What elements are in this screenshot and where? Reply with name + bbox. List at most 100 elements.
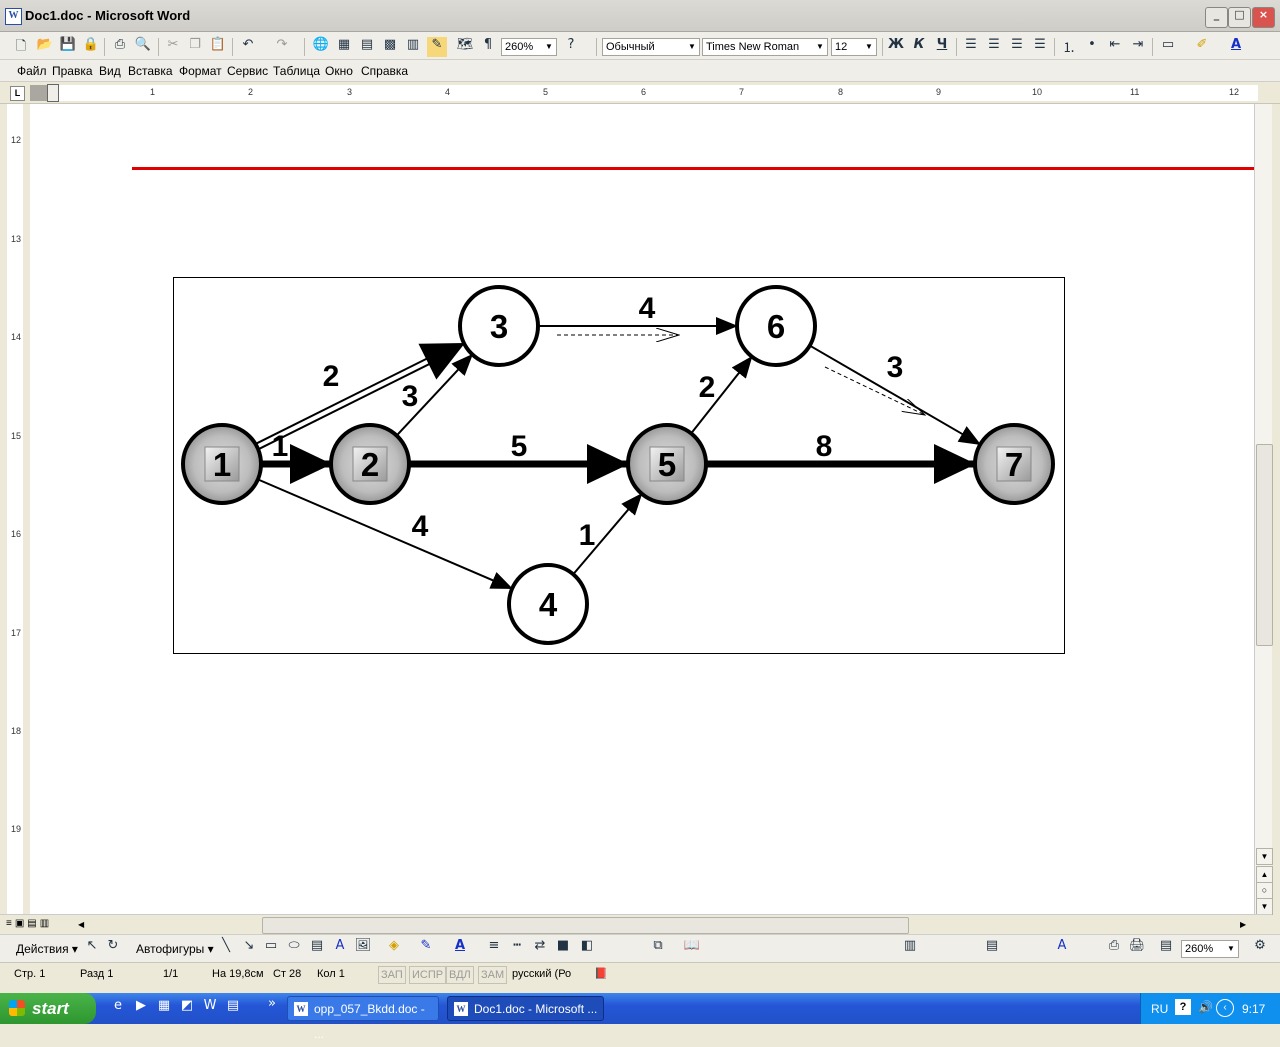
menu-view[interactable]: Вид <box>99 64 121 78</box>
highlight-icon[interactable]: ✐ <box>1192 37 1212 57</box>
select-objects-icon[interactable]: ↖ <box>82 938 102 958</box>
decrease-indent-icon[interactable]: ⇤ <box>1105 37 1125 57</box>
scroll-right-icon[interactable]: ▶ <box>1240 918 1252 932</box>
align-right-icon[interactable]: ☰ <box>1007 37 1027 57</box>
save-icon[interactable]: 💾 <box>58 37 78 57</box>
taskbar-item-opp[interactable]: Wopp_057_Bkdd.doc - ... <box>287 996 439 1041</box>
undo-icon[interactable]: ↶ <box>238 37 258 57</box>
minimize-button[interactable]: _ <box>1205 7 1228 28</box>
page-icon[interactable]: ▤ <box>1156 938 1176 958</box>
menu-table[interactable]: Таблица <box>273 64 320 78</box>
help-icon[interactable]: ? <box>561 37 581 57</box>
menu-tools[interactable]: Сервис <box>227 64 268 78</box>
layout-icon[interactable]: ▥ <box>900 938 920 958</box>
drawing-zoom-select[interactable]: 260% ▼ <box>1181 940 1239 958</box>
arrow-icon[interactable]: ↘ <box>239 938 259 958</box>
menu-help[interactable]: Справка <box>361 64 408 78</box>
read-icon[interactable]: 📖 <box>682 938 702 958</box>
quicklaunch-icon[interactable]: ▤ <box>223 998 243 1018</box>
print-icon[interactable]: ⎙ <box>1104 938 1124 958</box>
ie-icon[interactable]: e <box>108 998 128 1018</box>
new-document-icon[interactable]: 🗋 <box>11 37 31 57</box>
more-icon[interactable]: » <box>262 996 282 1016</box>
vertical-scrollbar[interactable]: ▼ ▲ ○ ▼ <box>1254 104 1273 916</box>
paste-icon[interactable]: 📋 <box>208 37 228 57</box>
font-color-icon[interactable]: A <box>1226 37 1246 57</box>
node-6[interactable]: 6 <box>735 285 817 367</box>
spelling-icon[interactable]: 📕 <box>592 966 610 982</box>
previous-page-icon[interactable]: ▲ <box>1256 866 1273 883</box>
show-hidden-icons-icon[interactable]: ‹ <box>1216 999 1234 1017</box>
tab-selector[interactable]: L <box>10 86 25 101</box>
autoshapes-menu[interactable]: Автофигуры ▾ <box>136 942 214 956</box>
view-buttons[interactable]: ≡▣▤▥ <box>6 918 78 932</box>
node-4[interactable]: 4 <box>507 563 589 645</box>
quicklaunch-icon[interactable]: ▦ <box>154 998 174 1018</box>
rectangle-icon[interactable]: ▭ <box>261 938 281 958</box>
menu-file[interactable]: Файл <box>17 64 47 78</box>
scroll-left-icon[interactable]: ◀ <box>78 918 90 932</box>
document-page[interactable]: 1243514283 1234567 <box>30 104 1254 914</box>
tables-borders-icon[interactable]: ▦ <box>334 37 354 57</box>
node-2[interactable]: 2 <box>329 423 411 505</box>
columns-icon[interactable]: ▥ <box>403 37 423 57</box>
numbering-icon[interactable]: ⒈ <box>1059 37 1079 57</box>
drawing-icon[interactable]: ✎ <box>427 37 447 57</box>
show-formatting-icon[interactable]: ¶ <box>478 37 498 57</box>
redo-icon[interactable]: ↷ <box>272 37 292 57</box>
line-icon[interactable]: ╲ <box>216 938 236 958</box>
hyperlink-icon[interactable]: 🌐 <box>311 37 331 57</box>
font-color-icon[interactable]: A <box>450 938 470 958</box>
style-select[interactable]: Обычный ▼ <box>602 38 700 56</box>
bold-button[interactable]: Ж <box>886 37 906 57</box>
insert-table-icon[interactable]: ▤ <box>357 37 377 57</box>
node-7[interactable]: 7 <box>973 423 1055 505</box>
font-select[interactable]: Times New Roman ▼ <box>702 38 828 56</box>
status-overtype[interactable]: ЗАМ <box>478 966 508 984</box>
insert-excel-icon[interactable]: ▩ <box>380 37 400 57</box>
wordart-icon[interactable]: A <box>1052 938 1072 958</box>
underline-button[interactable]: Ч <box>932 37 952 57</box>
align-left-icon[interactable]: ☰ <box>961 37 981 57</box>
volume-icon[interactable]: 🔊 <box>1198 1000 1213 1014</box>
scroll-down-icon[interactable]: ▼ <box>1256 848 1273 865</box>
shadow-icon[interactable]: ■ <box>553 938 573 958</box>
bullets-icon[interactable]: • <box>1082 37 1102 57</box>
word-quicklaunch-icon[interactable]: W <box>200 998 220 1018</box>
menu-insert[interactable]: Вставка <box>128 64 173 78</box>
free-rotate-icon[interactable]: ↻ <box>103 938 123 958</box>
wordart-icon[interactable]: A <box>330 938 350 958</box>
node-5[interactable]: 5 <box>626 423 708 505</box>
menu-format[interactable]: Формат <box>179 64 222 78</box>
options-icon[interactable]: ⚙ <box>1250 938 1270 958</box>
horizontal-scrollbar[interactable]: ≡▣▤▥ ◀ ▶ <box>0 914 1272 934</box>
taskbar-item-doc1[interactable]: W Doc1.doc - Microsoft ... <box>447 996 604 1021</box>
font-size-select[interactable]: 12 ▼ <box>831 38 877 56</box>
help-icon[interactable]: ? <box>1175 999 1191 1015</box>
hscroll-thumb[interactable] <box>262 917 909 934</box>
node-3[interactable]: 3 <box>458 285 540 367</box>
dash-style-icon[interactable]: ┅ <box>507 938 527 958</box>
close-button[interactable]: × <box>1252 7 1275 28</box>
word-app-icon[interactable]: W <box>5 8 22 25</box>
research-icon[interactable]: ⧉ <box>648 938 668 958</box>
3d-icon[interactable]: ◧ <box>577 938 597 958</box>
text-box-icon[interactable]: ▤ <box>307 938 327 958</box>
open-folder-icon[interactable]: 📂 <box>35 37 55 57</box>
status-record[interactable]: ЗАП <box>378 966 406 984</box>
line-color-icon[interactable]: ✎ <box>416 938 436 958</box>
clip-art-icon[interactable]: 🖼 <box>353 938 373 958</box>
start-button[interactable]: start <box>0 993 96 1024</box>
print-icon[interactable]: ⎙ <box>110 37 130 57</box>
next-page-icon[interactable]: ▼ <box>1256 898 1273 915</box>
document-map-icon[interactable]: 🗺 <box>455 37 475 57</box>
print-preview-icon[interactable]: 🖨 <box>1127 938 1147 958</box>
node-1[interactable]: 1 <box>181 423 263 505</box>
zoom-select[interactable]: 260% ▼ <box>501 38 557 56</box>
scroll-thumb[interactable] <box>1256 444 1273 646</box>
arrow-style-icon[interactable]: ⇄ <box>530 938 550 958</box>
network-diagram[interactable]: 1243514283 1 234567 <box>173 277 1065 654</box>
permission-icon[interactable]: 🔒 <box>81 37 101 57</box>
status-extend[interactable]: ВДЛ <box>446 966 474 984</box>
border-icon[interactable]: ▭ <box>1158 37 1178 57</box>
